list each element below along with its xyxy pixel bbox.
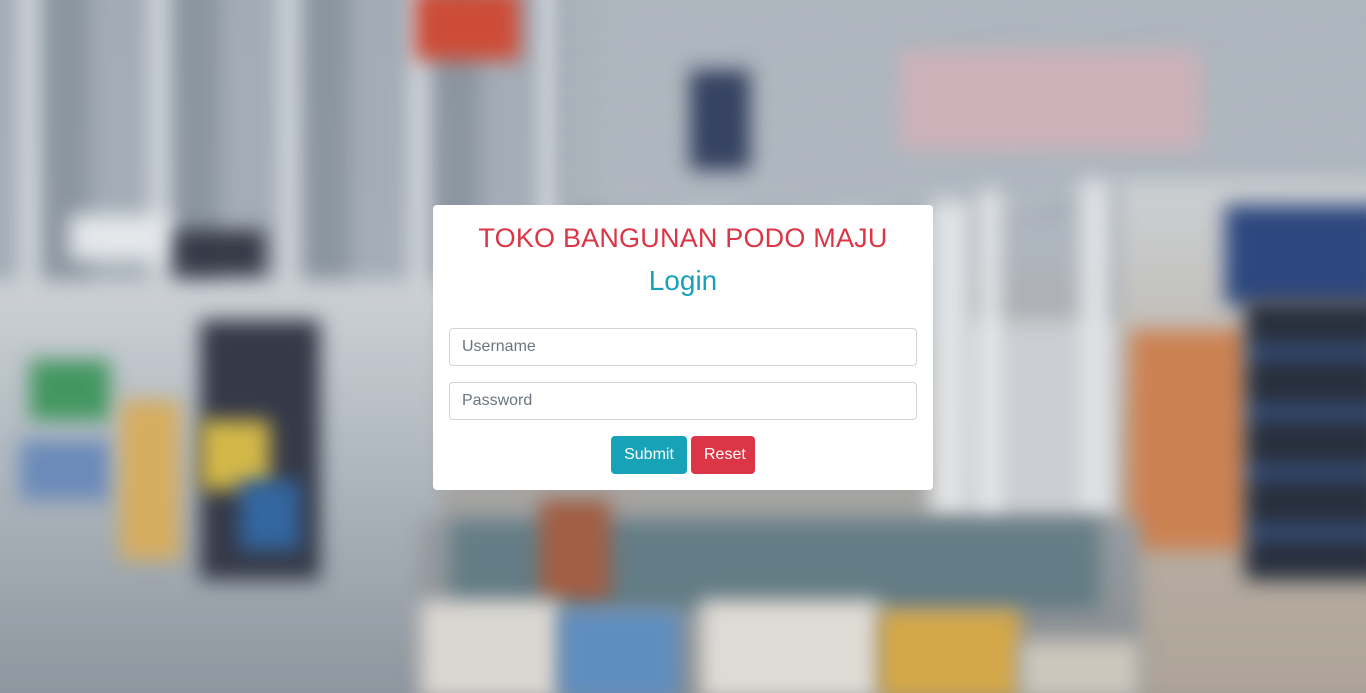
form-actions: Submit Reset xyxy=(433,436,933,474)
store-title: TOKO BANGUNAN PODO MAJU xyxy=(478,223,888,253)
submit-button[interactable]: Submit xyxy=(611,436,687,474)
username-input[interactable] xyxy=(449,328,917,366)
login-card: TOKO BANGUNAN PODO MAJU Login Submit Res… xyxy=(433,205,933,490)
reset-button[interactable]: Reset xyxy=(691,436,755,474)
password-input[interactable] xyxy=(449,382,917,420)
login-heading: Login xyxy=(648,265,718,296)
